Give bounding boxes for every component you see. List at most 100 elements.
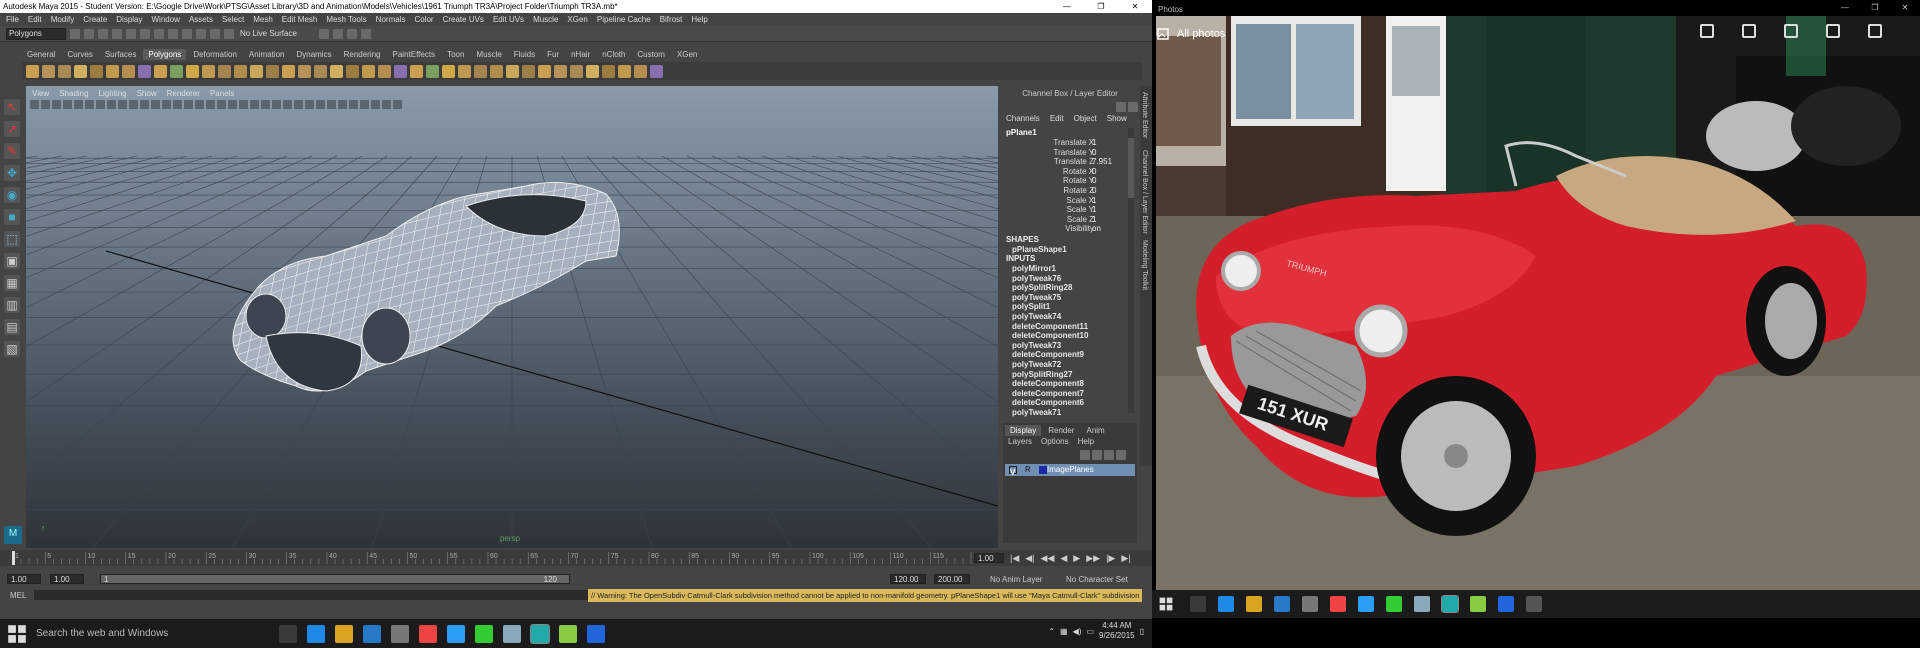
store-icon[interactable]: [363, 624, 381, 643]
input-node[interactable]: deleteComponent8: [1012, 379, 1084, 388]
menu-edit-uvs[interactable]: Edit UVs: [493, 13, 524, 26]
attr-value[interactable]: on: [1092, 224, 1122, 233]
viewport-tool-icon[interactable]: [96, 100, 105, 109]
save-scene-icon[interactable]: [98, 28, 108, 39]
viewport-menu-shading[interactable]: Shading: [59, 89, 88, 99]
windows-start-icon[interactable]: [6, 623, 28, 645]
shelf-tab-dynamics[interactable]: Dynamics: [291, 49, 336, 60]
layer-tab-render[interactable]: Render: [1043, 425, 1079, 436]
menu-select[interactable]: Select: [222, 13, 244, 26]
volume-icon[interactable]: ◀): [1073, 627, 1082, 636]
go-to-start-icon[interactable]: |◀: [1010, 553, 1019, 564]
viewport-tool-icon[interactable]: [294, 100, 303, 109]
menu-pipeline-cache[interactable]: Pipeline Cache: [597, 13, 651, 26]
snap-point-icon[interactable]: [210, 28, 220, 39]
viewport-tool-icon[interactable]: [151, 100, 160, 109]
attr-value[interactable]: 1: [1092, 215, 1122, 224]
step-back-icon[interactable]: ◀|: [1025, 553, 1034, 564]
close-button[interactable]: ✕: [1118, 0, 1152, 13]
character-set-selector[interactable]: No Character Set: [1066, 575, 1128, 584]
shelf-tool-icon[interactable]: [250, 64, 263, 78]
shelf-tool-icon[interactable]: [410, 64, 423, 78]
menu-file[interactable]: File: [6, 13, 19, 26]
shelf-tool-icon[interactable]: [522, 64, 535, 78]
network-icon[interactable]: ▦: [1060, 627, 1068, 636]
shelf-tool-icon[interactable]: [74, 64, 87, 78]
viewport-tool-icon[interactable]: [360, 100, 369, 109]
folder-icon[interactable]: [1330, 596, 1346, 612]
playback-end-field[interactable]: 120.00: [890, 574, 926, 584]
attr-label[interactable]: Scale X: [1006, 196, 1094, 205]
folder-icon[interactable]: [391, 624, 409, 643]
mel-label[interactable]: MEL: [10, 591, 26, 600]
perspective-viewport[interactable]: [26, 86, 998, 548]
menu-edit[interactable]: Edit: [28, 13, 42, 26]
shelf-tool-icon[interactable]: [122, 64, 135, 78]
task-view-icon[interactable]: [1218, 596, 1234, 612]
shelf-tool-icon[interactable]: [426, 64, 439, 78]
shelf-tab-animation[interactable]: Animation: [244, 49, 290, 60]
layout-graph-icon[interactable]: ▤: [4, 319, 20, 335]
input-node[interactable]: polyTweak72: [1012, 360, 1061, 369]
layer-tab-anim[interactable]: Anim: [1081, 425, 1109, 436]
input-node[interactable]: deleteComponent10: [1012, 331, 1088, 340]
shelf-tool-icon[interactable]: [570, 64, 583, 78]
lasso-tool-icon[interactable]: ↗: [4, 121, 20, 137]
menu-help[interactable]: Help: [691, 13, 707, 26]
channel-box-options-icon[interactable]: [1116, 102, 1126, 112]
photos-close-button[interactable]: ✕: [1890, 0, 1920, 16]
viewport-tool-icon[interactable]: [228, 100, 237, 109]
select-tool-icon[interactable]: ↖: [4, 99, 20, 115]
shelf-tool-icon[interactable]: [170, 64, 183, 78]
playback-start-field[interactable]: 1.00: [50, 574, 84, 584]
slideshow-icon[interactable]: [1742, 24, 1756, 38]
viewport-menu-panels[interactable]: Panels: [210, 89, 234, 99]
layer-visibility-checkbox[interactable]: V: [1009, 466, 1017, 477]
play-back-icon[interactable]: ◀: [1060, 553, 1067, 564]
menu-modify[interactable]: Modify: [51, 13, 75, 26]
viewport-tool-icon[interactable]: [393, 100, 402, 109]
shelf-tool-icon[interactable]: [106, 64, 119, 78]
viewport-tool-icon[interactable]: [217, 100, 226, 109]
viewport-menu-view[interactable]: View: [32, 89, 49, 99]
input-node[interactable]: polyTweak71: [1012, 408, 1061, 417]
input-node[interactable]: polyTweak76: [1012, 274, 1061, 283]
channel-tab-object[interactable]: Object: [1074, 114, 1097, 123]
store-icon[interactable]: [1302, 596, 1318, 612]
viewport-tool-icon[interactable]: [382, 100, 391, 109]
shelf-tool-icon[interactable]: [266, 64, 279, 78]
move-up-layer-icon[interactable]: [1104, 450, 1114, 460]
shelf-tab-curves[interactable]: Curves: [62, 49, 97, 60]
menu-mesh-tools[interactable]: Mesh Tools: [326, 13, 366, 26]
attr-label[interactable]: Rotate Z: [1006, 186, 1094, 195]
viewport-tool-icon[interactable]: [129, 100, 138, 109]
viewport-menu-lighting[interactable]: Lighting: [99, 89, 127, 99]
visual-studio-icon[interactable]: [587, 624, 605, 643]
attr-label[interactable]: Visibility: [1006, 224, 1094, 233]
shelf-tool-icon[interactable]: [314, 64, 327, 78]
notifications-icon[interactable]: ▭: [1086, 627, 1094, 636]
rotate-tool-icon[interactable]: ◉: [4, 187, 20, 203]
shelf-tool-icon[interactable]: [602, 64, 615, 78]
input-node[interactable]: polyTweak74: [1012, 312, 1061, 321]
new-layer-selected-icon[interactable]: [1092, 450, 1102, 460]
scale-tool-icon[interactable]: ■: [4, 209, 20, 225]
input-node[interactable]: deleteComponent9: [1012, 350, 1084, 359]
file-explorer-icon[interactable]: [335, 624, 353, 643]
input-node[interactable]: polyTweak75: [1012, 293, 1061, 302]
live-surface-label[interactable]: No Live Surface: [240, 29, 297, 38]
shelf-tool-icon[interactable]: [394, 64, 407, 78]
channel-tab-edit[interactable]: Edit: [1050, 114, 1064, 123]
shelf-tool-icon[interactable]: [202, 64, 215, 78]
move-down-layer-icon[interactable]: [1116, 450, 1126, 460]
shelf-tool-icon[interactable]: [490, 64, 503, 78]
layout-hypershade-icon[interactable]: ▧: [4, 341, 20, 357]
maximize-button[interactable]: ❐: [1084, 0, 1118, 13]
clock[interactable]: 4:44 AM 9/26/2015: [1099, 621, 1135, 641]
new-scene-icon[interactable]: [70, 28, 80, 39]
menu-bifrost[interactable]: Bifrost: [660, 13, 683, 26]
side-tab[interactable]: Attribute Editor: [1141, 92, 1148, 138]
viewport-tool-icon[interactable]: [162, 100, 171, 109]
layout-four-icon[interactable]: ▦: [4, 275, 20, 291]
attr-label[interactable]: Scale Y: [1006, 205, 1094, 214]
